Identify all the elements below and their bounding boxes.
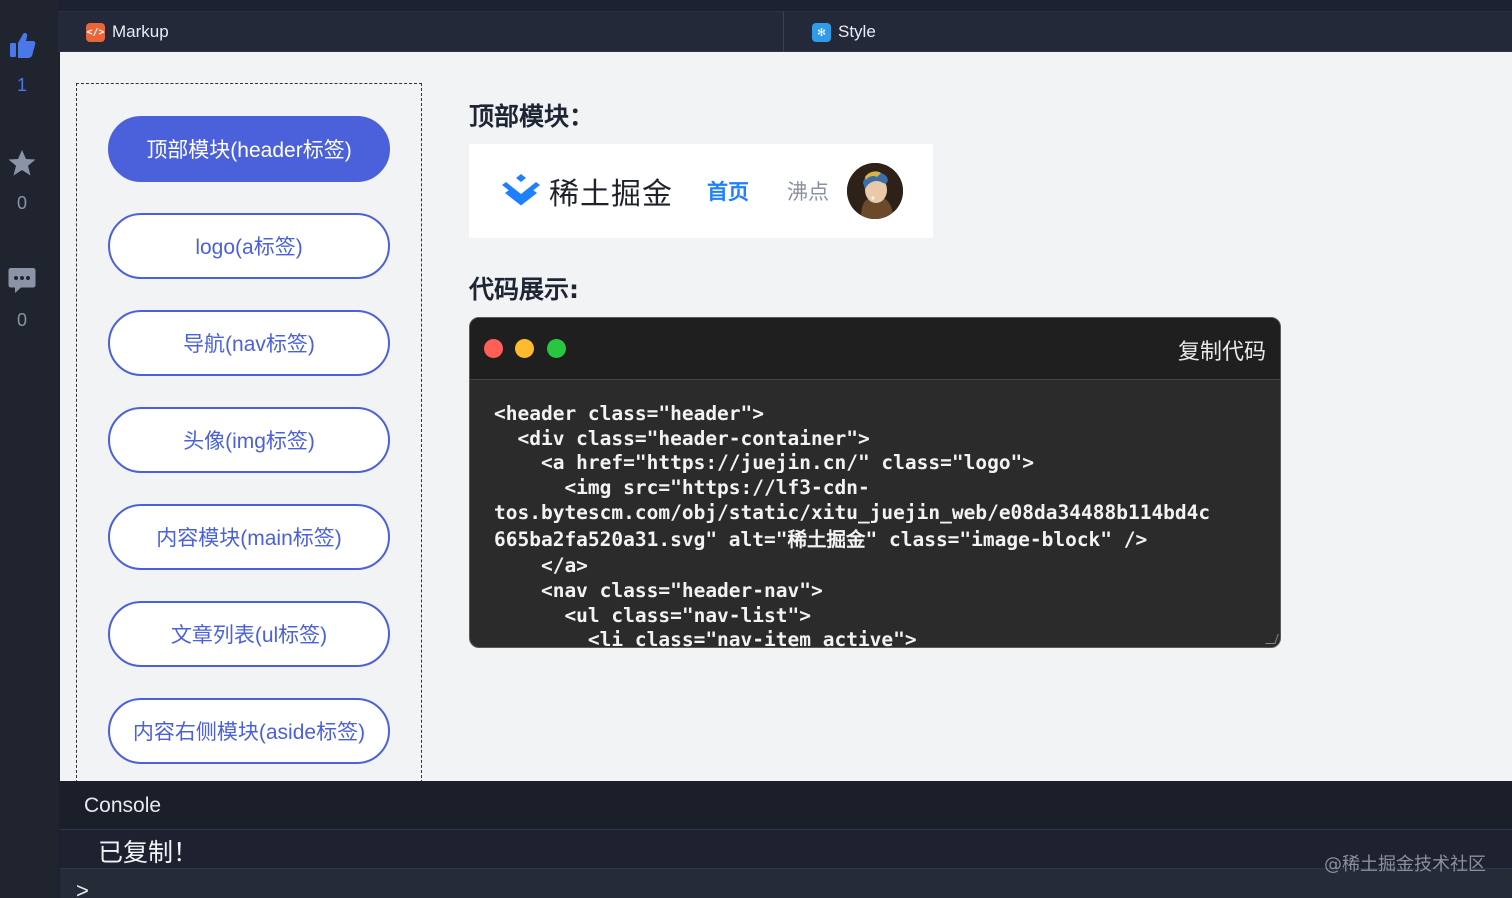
comment-action[interactable]: 0 xyxy=(0,265,44,331)
tag-nav-panel: 顶部模块(header标签) logo(a标签) 导航(nav标签) 头像(im… xyxy=(76,83,422,781)
code-window: 复制代码 <header class="header"> <div class=… xyxy=(469,317,1281,648)
maximize-dot-icon xyxy=(547,339,566,358)
preview-section-title: 顶部模块： xyxy=(469,102,595,131)
console-header[interactable]: Console xyxy=(60,781,1512,830)
code-block[interactable]: <header class="header"> <div class="head… xyxy=(470,380,1280,648)
avatar[interactable] xyxy=(847,163,903,219)
console-log: 已复制！ xyxy=(60,830,1512,869)
pill-img-tag[interactable]: 头像(img标签) xyxy=(108,407,390,473)
thumbs-up-icon[interactable] xyxy=(8,30,36,65)
comment-count: 0 xyxy=(16,310,27,330)
header-preview: 稀土掘金 首页 沸点 xyxy=(469,144,933,238)
html-file-icon: </> xyxy=(86,22,105,42)
code-line: </a> xyxy=(494,554,588,578)
code-line: <div class="header-container"> xyxy=(494,426,870,450)
tab-markup[interactable]: </> Markup xyxy=(86,12,169,52)
minimize-dot-icon xyxy=(515,339,534,358)
code-section-title: 代码展示: xyxy=(469,275,579,304)
code-window-header: 复制代码 xyxy=(470,318,1280,380)
nav-home-link[interactable]: 首页 xyxy=(707,176,749,206)
tab-divider xyxy=(783,12,784,52)
star-icon[interactable] xyxy=(7,148,37,183)
like-count: 1 xyxy=(16,75,27,95)
nav-hot-link[interactable]: 沸点 xyxy=(787,176,829,206)
editor-tabs: </> Markup ✻ Style xyxy=(58,12,1512,52)
code-line: <li class="nav-item active"> xyxy=(494,628,917,648)
action-rail: 1 0 0 xyxy=(0,0,58,898)
css-file-icon: ✻ xyxy=(812,22,831,42)
watermark: @稀土掘金技术社区 xyxy=(1324,854,1486,875)
pill-ul-tag[interactable]: 文章列表(ul标签) xyxy=(108,601,390,667)
console-title: Console xyxy=(84,794,162,817)
copy-code-button[interactable]: 复制代码 xyxy=(1178,334,1266,366)
console-message: 已复制！ xyxy=(98,839,199,867)
pill-header-tag[interactable]: 顶部模块(header标签) xyxy=(108,116,390,182)
code-line: tos.bytescm.com/obj/static/xitu_juejin_w… xyxy=(494,501,1211,525)
code-line: <nav class="header-nav"> xyxy=(494,578,823,602)
star-count: 0 xyxy=(16,193,27,213)
tab-markup-label: Markup xyxy=(112,22,169,41)
pill-logo-tag[interactable]: logo(a标签) xyxy=(108,213,390,279)
console-input[interactable]: > xyxy=(60,869,1512,898)
code-line: <a href="https://juejin.cn/" class="logo… xyxy=(494,451,1035,475)
code-line: 665ba2fa520a31.svg" alt="稀土掘金" class="im… xyxy=(494,528,1148,552)
pill-nav-tag[interactable]: 导航(nav标签) xyxy=(108,310,390,376)
logo-text: 稀土掘金 xyxy=(549,178,673,211)
like-action[interactable]: 1 xyxy=(0,30,44,96)
code-line: <img src="https://lf3-cdn- xyxy=(494,475,870,499)
top-strip xyxy=(58,0,1512,12)
code-line: <header class="header"> xyxy=(494,402,765,425)
preview-stage: 顶部模块(header标签) logo(a标签) 导航(nav标签) 头像(im… xyxy=(60,52,1512,781)
juejin-logo-icon xyxy=(499,172,543,211)
tab-style[interactable]: ✻ Style xyxy=(812,12,876,52)
tab-style-label: Style xyxy=(838,22,876,41)
juejin-logo[interactable]: 稀土掘金 xyxy=(499,169,673,213)
prompt-chevron-icon: > xyxy=(76,878,89,898)
pill-aside-tag[interactable]: 内容右侧模块(aside标签) xyxy=(108,698,390,764)
code-line: <ul class="nav-list"> xyxy=(494,603,811,627)
close-dot-icon xyxy=(484,339,503,358)
pill-main-tag[interactable]: 内容模块(main标签) xyxy=(108,504,390,570)
star-action[interactable]: 0 xyxy=(0,148,44,214)
comment-icon[interactable] xyxy=(7,265,37,300)
